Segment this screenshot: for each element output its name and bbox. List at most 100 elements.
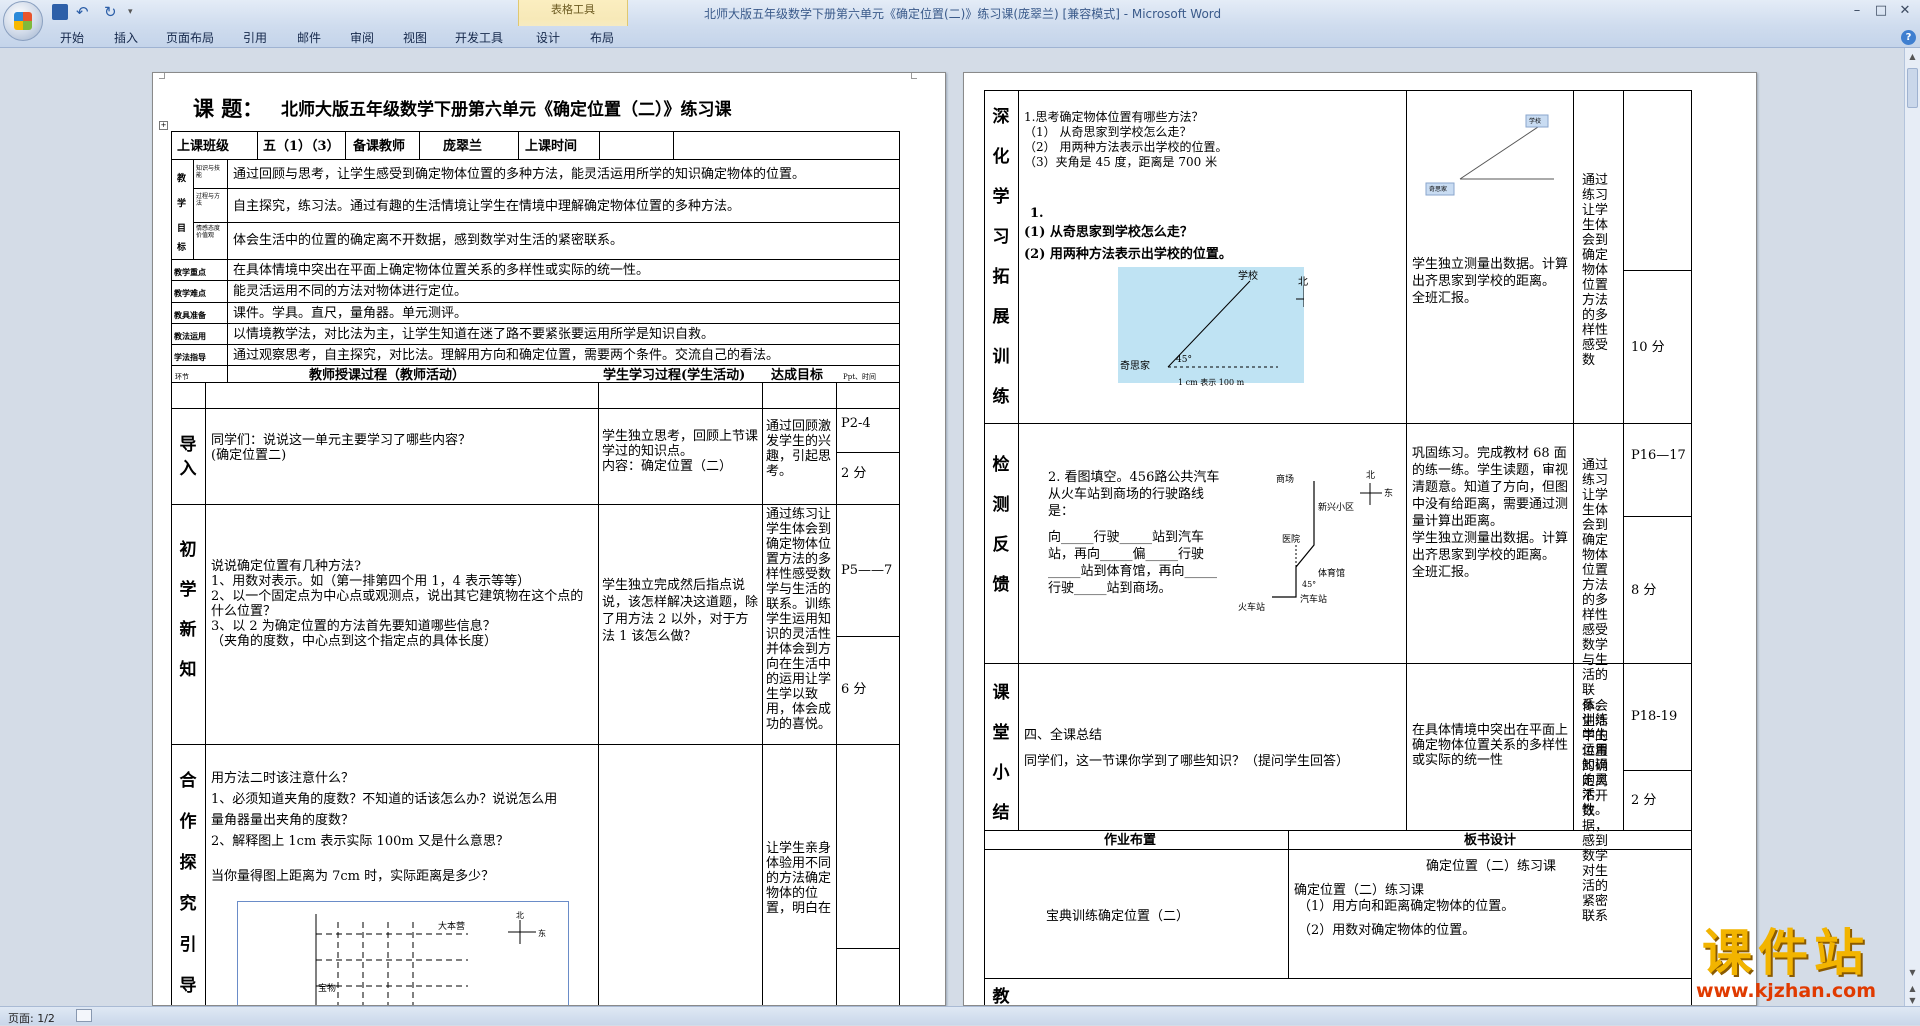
- help-icon[interactable]: ?: [1901, 30, 1916, 45]
- board-title: 板书设计: [1464, 833, 1517, 848]
- bus-route-map: 商场 新兴小区 医院 体育馆 火车站 汽车站 北 东 45°: [1226, 461, 1402, 613]
- deep-time: 10 分: [1631, 340, 1665, 355]
- sec1-goal: 通过回顾激发学生的兴趣，引起思考。: [766, 419, 832, 479]
- tab-developer[interactable]: 开发工具: [455, 29, 503, 46]
- save-icon[interactable]: [52, 4, 68, 20]
- row-label-tools: 教具准备: [174, 310, 206, 320]
- goal-knowledge: 通过回顾与思考，让学生感受到确定物体位置的多种方法，能灵活运用所学的知识确定物体…: [233, 167, 806, 182]
- table-move-handle-icon[interactable]: +: [159, 121, 168, 130]
- goals-side-4: 标: [177, 243, 187, 253]
- office-logo-icon: [14, 12, 32, 30]
- deep-label-2: 化: [992, 147, 1010, 167]
- check-label-3: 反: [992, 535, 1010, 555]
- sec3-question: 当你量得图上距离为 7cm 时，实际距离是多少？: [211, 869, 495, 884]
- office-button[interactable]: [3, 1, 43, 41]
- sec2-label-4: 知: [179, 660, 197, 680]
- fig-scale: 1 cm 表示 100 m: [1178, 378, 1245, 387]
- map-train: 火车站: [1238, 603, 1266, 613]
- undo-icon[interactable]: ↶: [76, 4, 92, 20]
- fig-north: 北: [1298, 277, 1308, 288]
- tab-review[interactable]: 审阅: [350, 29, 374, 46]
- deep-label-7: 训: [992, 347, 1010, 367]
- watermark-brand: 课件站: [1702, 924, 1870, 982]
- kjzhan-watermark: 课件站 www.kjzhan.com: [1666, 925, 1906, 1003]
- sec1-time: 2 分: [841, 466, 867, 481]
- deep-student: 学生独立测量出数据。计算出齐思家到学校的距离。 全班汇报。: [1412, 257, 1569, 306]
- sec2-ppt: P5——7: [841, 563, 893, 578]
- summary-teacher: 四、全课总结 同学们，这一节课你学到了哪些知识？（提问学生回答）: [1024, 728, 1350, 769]
- sec2-label-3: 新: [179, 620, 197, 640]
- crop-mark: [159, 73, 165, 79]
- proofing-icon[interactable]: [76, 1009, 92, 1022]
- goal-label-emotion: 情感态度价值观: [196, 225, 221, 239]
- minimize-button[interactable]: –: [1846, 2, 1868, 20]
- page-count[interactable]: 页面: 1/2: [8, 1010, 55, 1026]
- fig-school: 学校: [1238, 271, 1258, 282]
- deep-teacher: 1.思考确定物体位置有哪些方法？ （1） 从奇思家到学校怎么走？ （2） 用两种…: [1024, 110, 1228, 169]
- goal-label-knowledge: 知识与技能: [196, 165, 221, 179]
- sec3-goal: 让学生亲身体验用不同的方法确定物体的位置，明白在: [766, 841, 832, 916]
- row-tools-text: 课件。学具。直尺，量角器。单元测评。: [233, 306, 468, 321]
- next-page-icon[interactable]: ▼: [1907, 996, 1918, 1006]
- deep-label-4: 习: [992, 227, 1010, 247]
- teacher-value: 庞翠兰: [443, 139, 483, 154]
- goals-side-1: 教: [177, 174, 187, 184]
- school-map-figure: 学校 北 奇思家 45° 1 cm 表示 100 m: [1118, 267, 1308, 387]
- tab-home[interactable]: 开始: [60, 29, 84, 46]
- time-label: 上课时间: [525, 139, 578, 154]
- map-bus: 汽车站: [1300, 595, 1328, 605]
- tab-table-design[interactable]: 设计: [536, 29, 560, 46]
- teacher-label: 备课教师: [353, 139, 406, 154]
- scroll-thumb[interactable]: [1907, 68, 1918, 108]
- deep-label-3: 学: [992, 187, 1010, 207]
- scroll-up-icon[interactable]: ▲: [1907, 52, 1918, 62]
- tab-insert[interactable]: 插入: [114, 29, 138, 46]
- document-page-2: 深 化 学 习 拓 展 训 练 1.思考确定物体位置有哪些方法？ （1） 从奇思…: [963, 72, 1757, 1006]
- crop-mark: [911, 73, 917, 79]
- check-label-1: 检: [992, 455, 1010, 475]
- sec1-teacher: 同学们：说说这一单元主要学习了哪些内容？ (确定位置二): [211, 433, 472, 463]
- mini-school: 学校: [1529, 118, 1542, 125]
- tab-references[interactable]: 引用: [243, 29, 267, 46]
- class-label: 上课班级: [177, 139, 230, 154]
- customize-qat-icon[interactable]: ▾: [128, 4, 144, 20]
- row-label-difficulty: 教学难点: [174, 288, 206, 298]
- goal-process: 自主探究，练习法。通过有趣的生活情境让学生在情境中理解确定物体位置的多种方法。: [233, 199, 741, 214]
- sec2-time: 6 分: [841, 682, 867, 697]
- summary-label-2: 堂: [992, 723, 1010, 743]
- homework-content: 宝典训练确定位置（二）: [1046, 909, 1190, 924]
- check-label-4: 馈: [992, 575, 1010, 595]
- row-label-key: 教学重点: [174, 267, 206, 277]
- map-east-2: 东: [1384, 489, 1394, 499]
- vertical-scrollbar[interactable]: ▲ ▼ ▲ ▼: [1904, 48, 1920, 1006]
- header-ppt: Ppt、时间: [843, 373, 877, 381]
- deep-label-5: 拓: [992, 267, 1010, 287]
- row-label-method: 教法运用: [174, 331, 206, 341]
- deep-q1: (1) 从奇思家到学校怎么走？: [1024, 225, 1193, 240]
- tab-mailings[interactable]: 邮件: [297, 29, 321, 46]
- header-student: 学生学习过程(学生活动): [603, 368, 746, 383]
- sec3-label-3: 探: [179, 853, 197, 873]
- title-bar: ↶ ↻ ▾ 表格工具 北师大版五年级数学下册第六单元《确定位置(二)》练习课(庞…: [0, 0, 1920, 48]
- sec2-goal: 通过练习让学生体会到确定物体位置方法的多样性感受数学与生活的联系。训练学生运用知…: [766, 507, 832, 732]
- document-page-1: + 课 题： 北师大版五年级数学下册第六单元《确定位置（二）》练习课 上课班级 …: [152, 72, 946, 1006]
- deep-label-6: 展: [992, 307, 1010, 327]
- sec3-label-1: 合: [179, 771, 197, 791]
- tab-page-layout[interactable]: 页面布局: [166, 29, 214, 46]
- prev-page-icon[interactable]: ▲: [1907, 984, 1918, 994]
- redo-icon[interactable]: ↻: [104, 4, 120, 20]
- close-button[interactable]: ✕: [1894, 2, 1916, 20]
- context-tab-group-label: 表格工具: [551, 3, 595, 16]
- ribbon-tab-bar: 开始 插入 页面布局 引用 邮件 审阅 视图 开发工具 设计 布局: [0, 26, 1920, 48]
- tab-table-layout[interactable]: 布局: [590, 29, 614, 46]
- deep-q2: (2) 用两种方法表示出学校的位置。: [1024, 247, 1232, 262]
- watermark-url: www.kjzhan.com: [1695, 980, 1877, 1002]
- map-xinxing: 新兴小区: [1318, 503, 1355, 513]
- tab-view[interactable]: 视图: [403, 29, 427, 46]
- sec3-label-6: 导: [179, 976, 197, 996]
- maximize-button[interactable]: □: [1870, 2, 1892, 20]
- window-title: 北师大版五年级数学下册第六单元《确定位置(二)》练习课(庞翠兰) [兼容模式] …: [704, 7, 1222, 21]
- summary-ppt: P18-19: [1631, 709, 1678, 724]
- map-angle-2: 45°: [1302, 580, 1317, 589]
- scroll-down-icon[interactable]: ▼: [1907, 968, 1918, 978]
